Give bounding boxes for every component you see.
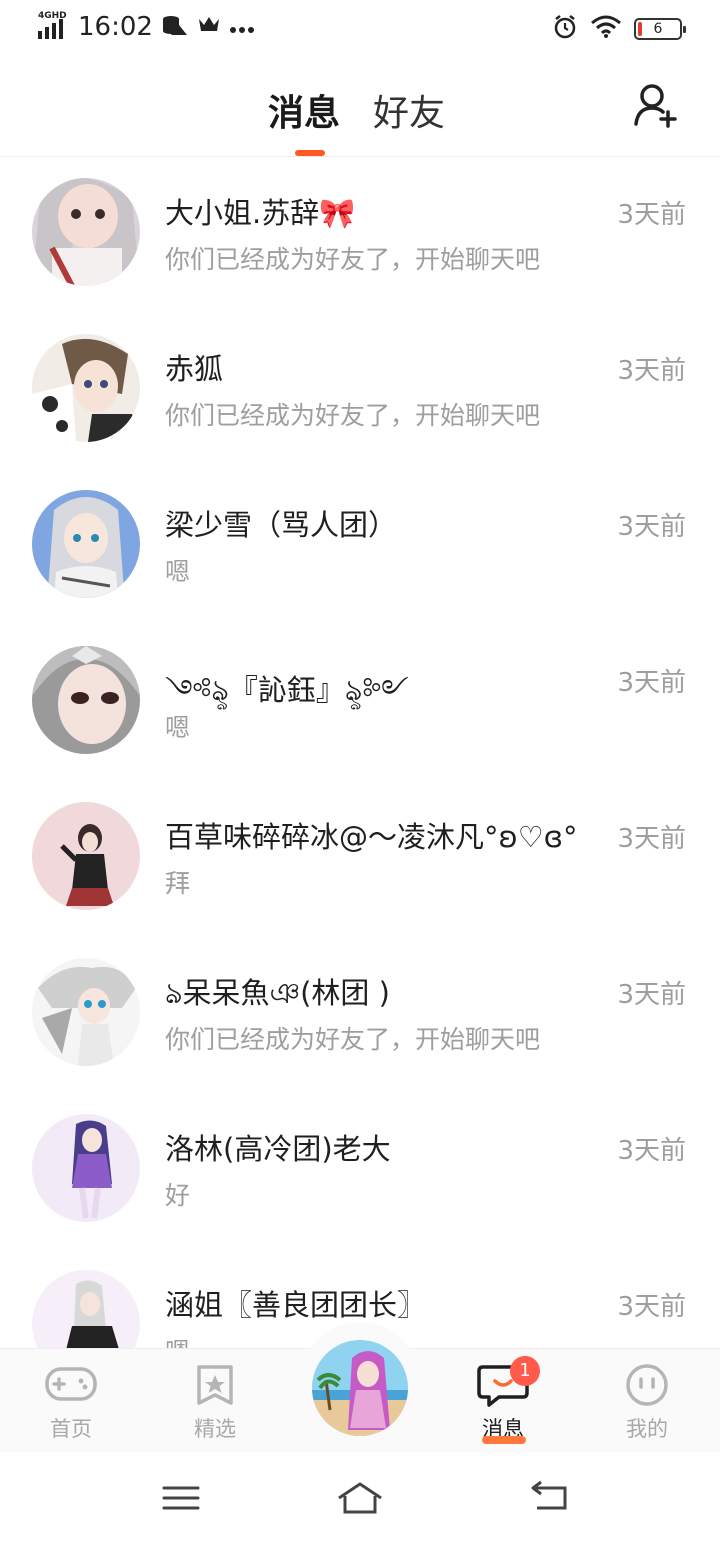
battery-level: 6	[653, 21, 663, 37]
status-right: 6	[552, 14, 686, 44]
system-nav-bar	[0, 1452, 720, 1544]
menu-icon[interactable]	[156, 1480, 206, 1516]
avatar[interactable]	[32, 1270, 140, 1348]
cellular-signal-icon: 4GHD	[38, 11, 70, 41]
message-time: 3天前	[617, 356, 686, 386]
message-time: 3天前	[617, 200, 686, 230]
message-preview: 拜	[165, 869, 191, 898]
conversation-row[interactable]: ༺ৡ『訫鈺』ৡ༻ 3天前 嗯	[0, 626, 720, 782]
alarm-icon	[552, 14, 578, 44]
status-time: 16:02	[78, 12, 153, 42]
conversation-row[interactable]: 梁少雪（骂人团） 3天前 嗯	[0, 470, 720, 626]
contact-name: 大小姐.苏辞🎀	[165, 196, 356, 230]
message-preview: 你们已经成为好友了，开始聊天吧	[165, 245, 541, 274]
avatar[interactable]	[32, 490, 140, 598]
avatar[interactable]	[32, 334, 140, 442]
active-nav-indicator	[482, 1436, 526, 1444]
contact-name: 洛林(高冷团)老大	[165, 1132, 391, 1166]
conversation-row[interactable]: ঌ呆呆魚ঞ(林团 ) 3天前 你们已经成为好友了，开始聊天吧	[0, 938, 720, 1094]
star-bookmark-icon	[197, 1365, 233, 1405]
avatar[interactable]	[32, 958, 140, 1066]
more-dots-icon	[229, 15, 255, 39]
message-time: 3天前	[617, 1136, 686, 1166]
conversation-row[interactable]: 赤狐 3天前 你们已经成为好友了，开始聊天吧	[0, 314, 720, 470]
nav-mine-label: 我的	[626, 1417, 668, 1441]
nav-featured-label: 精选	[194, 1417, 236, 1441]
avatar[interactable]	[32, 178, 140, 286]
nav-mine[interactable]: 我的	[602, 1363, 692, 1443]
tab-friends[interactable]: 好友	[373, 84, 445, 136]
nav-featured[interactable]: 精选	[170, 1363, 260, 1443]
contact-name: 梁少雪（骂人团）	[165, 508, 398, 542]
message-preview: 你们已经成为好友了，开始聊天吧	[165, 401, 541, 430]
home-icon[interactable]	[335, 1480, 385, 1516]
wifi-icon	[590, 15, 622, 43]
contact-name: 赤狐	[165, 352, 224, 386]
message-preview: 嗯	[165, 1332, 190, 1348]
add-friend-icon[interactable]	[632, 82, 680, 130]
crown-icon	[197, 15, 221, 40]
status-left: 4GHD 16:02	[38, 11, 255, 42]
conversation-list: 大小姐.苏辞🎀 3天前 你们已经成为好友了，开始聊天吧 赤狐 3天前 你们已经成…	[0, 158, 720, 1348]
message-preview: 好	[165, 1181, 191, 1210]
avatar[interactable]	[32, 646, 140, 754]
center-avatar-button[interactable]	[312, 1340, 408, 1436]
message-preview: 你们已经成为好友了，开始聊天吧	[165, 1025, 541, 1054]
nav-home-label: 首页	[50, 1417, 92, 1441]
conversation-row[interactable]: 洛林(高冷团)老大 3天前 好	[0, 1094, 720, 1250]
tab-messages[interactable]: 消息	[268, 84, 340, 136]
avatar[interactable]	[32, 1114, 140, 1222]
contact-name: ༺ৡ『訫鈺』ৡ༻	[165, 673, 409, 707]
contact-name: 涵姐〖善良团团长〗	[165, 1288, 427, 1322]
message-time: 3天前	[617, 824, 686, 854]
avatar[interactable]	[32, 802, 140, 910]
message-time: 3天前	[617, 512, 686, 542]
message-time: 3天前	[617, 668, 686, 698]
message-preview: 嗯	[165, 557, 191, 586]
conversation-row[interactable]: 百草味碎碎冰@～凌沐凡°ʚ♡ɞ° 3天前 拜	[0, 782, 720, 938]
contact-name: 百草味碎碎冰@～凌沐凡°ʚ♡ɞ°	[165, 820, 578, 854]
message-time: 3天前	[617, 1292, 686, 1322]
top-tab-bar: 消息 好友	[0, 58, 720, 157]
unread-badge: 1	[510, 1356, 540, 1386]
contact-name: ঌ呆呆魚ঞ(林团 )	[165, 976, 390, 1010]
status-bar: 4GHD 16:02 6	[0, 0, 720, 58]
battery-icon: 6	[634, 18, 686, 40]
nav-home[interactable]: 首页	[26, 1363, 116, 1443]
back-icon[interactable]	[525, 1480, 575, 1516]
conversation-row[interactable]: 大小姐.苏辞🎀 3天前 你们已经成为好友了，开始聊天吧	[0, 158, 720, 314]
face-icon	[626, 1364, 668, 1406]
coins-icon	[161, 13, 189, 42]
gamepad-icon	[45, 1367, 97, 1401]
message-time: 3天前	[617, 980, 686, 1010]
message-preview: 嗯	[165, 713, 191, 742]
active-tab-indicator	[295, 150, 325, 156]
